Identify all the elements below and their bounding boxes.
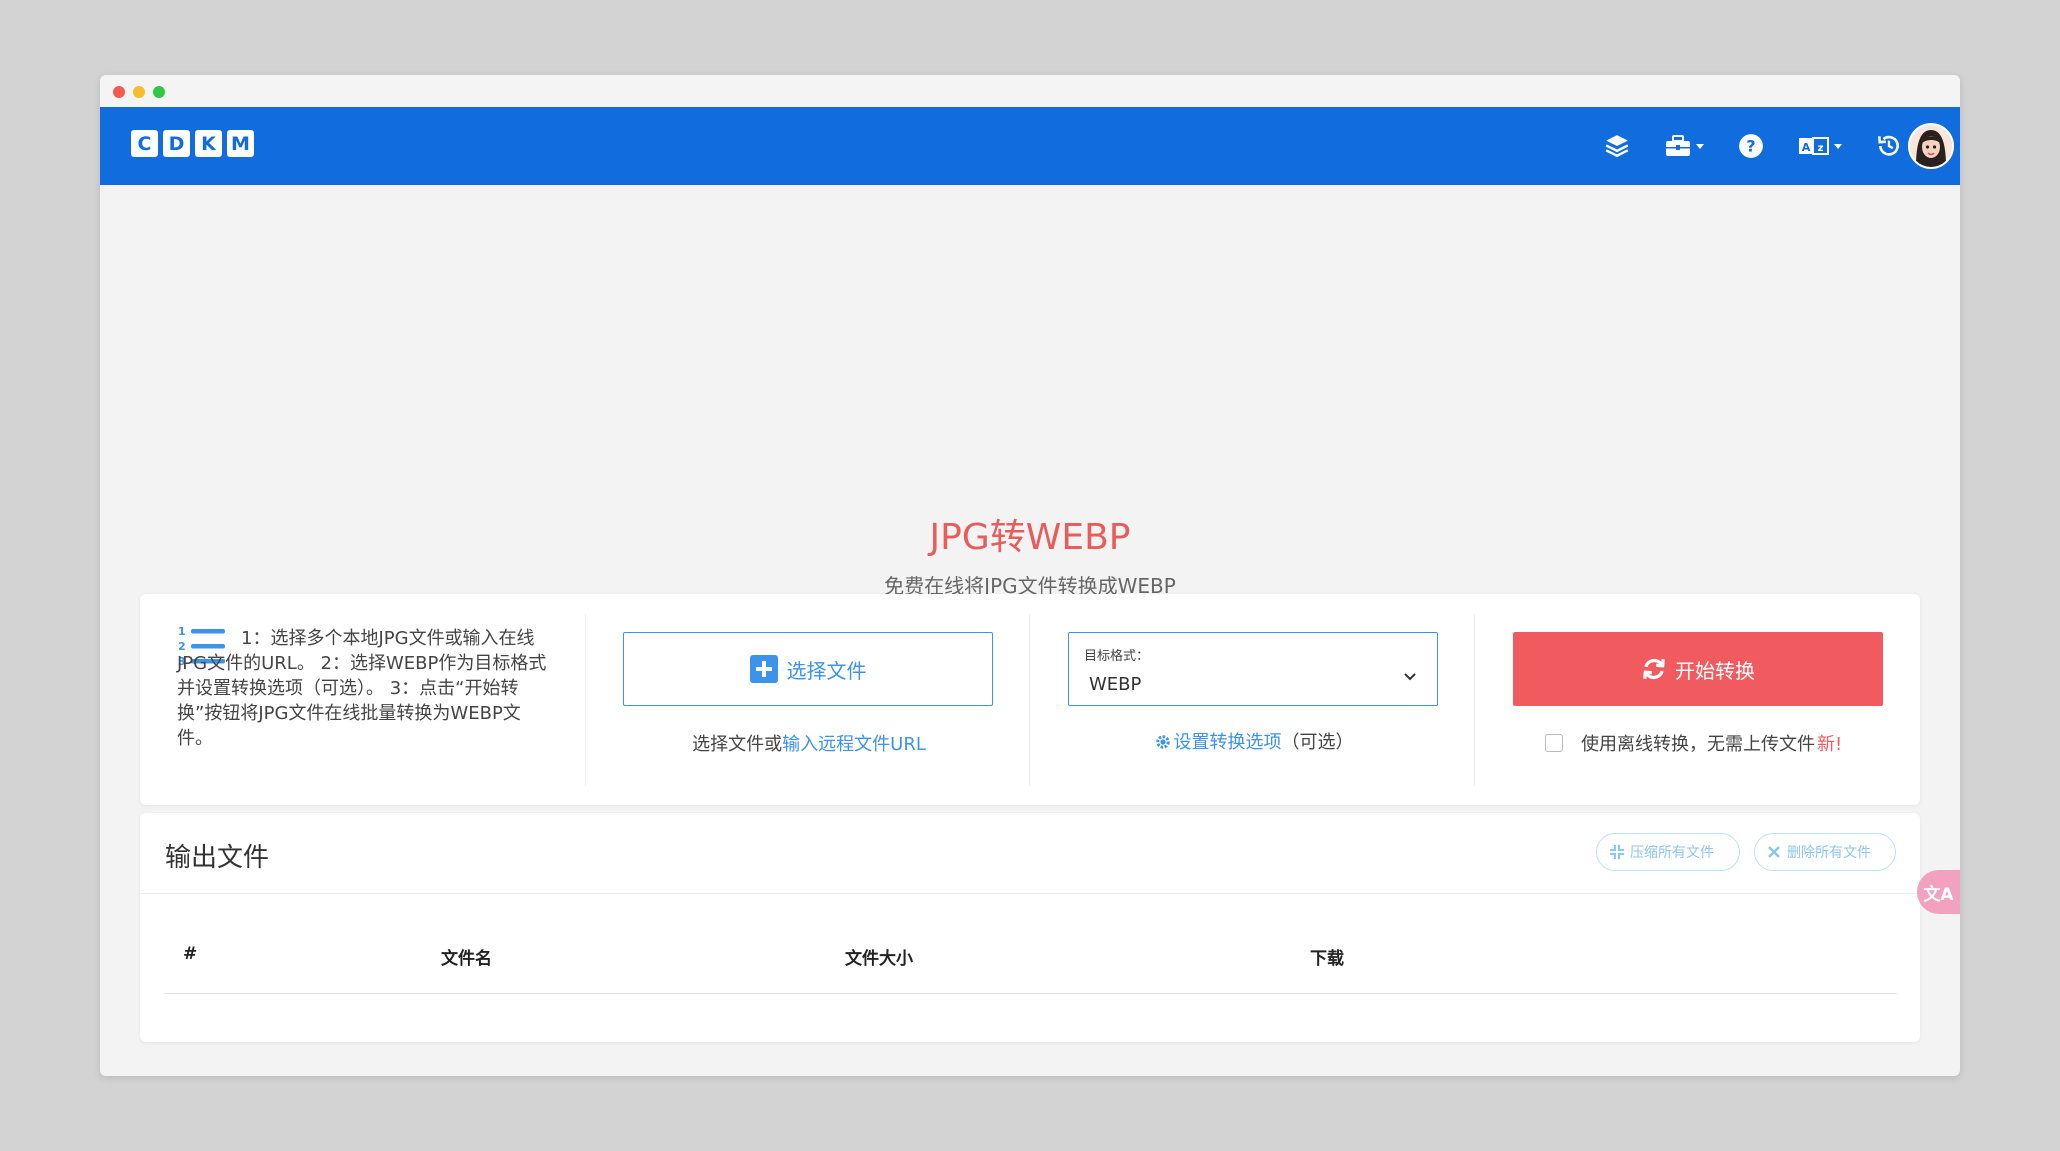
column-divider [585, 614, 586, 786]
minimize-window-dot[interactable] [133, 86, 145, 98]
conversion-options-label: 设置转换选项 [1173, 732, 1282, 753]
conversion-options: 设置转换选项（可选） [1068, 728, 1440, 754]
logo-letter: M [227, 130, 254, 157]
avatar-icon [1910, 125, 1952, 167]
remote-url-link[interactable]: 输入远程文件URL [782, 734, 926, 755]
file-hint: 选择文件或输入远程文件URL [623, 730, 995, 756]
plus-icon [749, 655, 778, 683]
column-divider [1029, 614, 1030, 786]
close-window-dot[interactable] [113, 86, 125, 98]
translate-float-button[interactable]: 文A [1917, 870, 1960, 914]
offline-label: 使用离线转换，无需上传文件 [1581, 734, 1815, 755]
site-logo[interactable]: C D K M [131, 130, 254, 157]
file-hint-prefix: 选择文件或 [692, 734, 783, 755]
format-column: 目标格式： WEBP 设置转换选项（可选） [1068, 614, 1440, 786]
help-icon: ? [1739, 134, 1763, 158]
convert-column: 开始转换 使用离线转换，无需上传文件 新! [1513, 614, 1885, 786]
column-divider [1474, 614, 1475, 786]
conversion-options-link[interactable]: 设置转换选项 [1155, 732, 1282, 753]
logo-letter: D [163, 130, 190, 157]
new-badge: 新! [1817, 734, 1843, 755]
svg-text:?: ? [1746, 136, 1755, 155]
nav-icon-group: ? A z [1570, 119, 1954, 173]
toolbox-dropdown[interactable] [1664, 134, 1704, 158]
layers-icon [1605, 135, 1629, 158]
column-header-filesize: 文件大小 [845, 949, 913, 969]
help-button[interactable]: ? [1738, 133, 1764, 159]
top-navbar: C D K M ? A z [100, 107, 1960, 185]
steps-text: 1：选择多个本地JPG文件或输入在线JPG文件的URL。 2：选择WEBP作为目… [177, 628, 547, 749]
refresh-icon [1643, 658, 1665, 680]
chevron-down-icon [1834, 143, 1842, 149]
output-divider [140, 893, 1920, 894]
options-optional: （可选） [1281, 732, 1354, 753]
history-button[interactable] [1876, 133, 1902, 159]
chevron-down-icon [1404, 673, 1416, 681]
close-icon [1768, 846, 1780, 858]
chevron-down-icon [1696, 143, 1704, 149]
start-convert-button[interactable]: 开始转换 [1513, 632, 1883, 706]
table-divider [164, 993, 1897, 994]
translate-icon: A z [1799, 137, 1829, 155]
output-title: 输出文件 [165, 843, 270, 873]
compress-icon [1610, 845, 1624, 859]
language-dropdown[interactable]: A z [1798, 136, 1842, 156]
logo-letter: K [195, 130, 222, 157]
gear-icon [1155, 735, 1170, 749]
column-header-index: # [183, 944, 198, 964]
target-format-select[interactable]: 目标格式： WEBP [1068, 632, 1438, 706]
svg-text:z: z [1818, 143, 1824, 154]
window-titlebar [100, 75, 1960, 107]
offline-option: 使用离线转换，无需上传文件 新! [1545, 730, 1842, 756]
compress-all-label: 压缩所有文件 [1630, 845, 1714, 861]
svg-text:A: A [1802, 141, 1811, 154]
conversion-panel: 1 2 3 1：选择多个本地JPG文件或输入在线JPG文件的URL。 2：选择W… [140, 594, 1920, 805]
steps-instructions: 1 2 3 1：选择多个本地JPG文件或输入在线JPG文件的URL。 2：选择W… [177, 614, 572, 786]
translate-float-label: 文A [1923, 884, 1954, 905]
delete-all-label: 删除所有文件 [1787, 845, 1871, 861]
history-icon [1877, 135, 1899, 156]
delete-all-button[interactable]: 删除所有文件 [1754, 833, 1896, 871]
user-avatar[interactable] [1908, 123, 1954, 169]
select-file-label: 选择文件 [786, 658, 867, 683]
column-header-download: 下载 [1310, 949, 1344, 969]
target-format-value: WEBP [1089, 674, 1142, 695]
select-file-button[interactable]: 选择文件 [623, 632, 993, 706]
compress-all-button[interactable]: 压缩所有文件 [1596, 833, 1740, 871]
layers-button[interactable] [1604, 133, 1630, 159]
target-format-label: 目标格式： [1084, 649, 1150, 664]
start-convert-label: 开始转换 [1675, 658, 1755, 683]
page-title: JPG转WEBP [929, 517, 1131, 558]
offline-checkbox[interactable] [1545, 734, 1563, 752]
output-files-panel: 输出文件 压缩所有文件 删除所有文件 # 文件名 文件大小 下载 [140, 813, 1920, 1042]
toolbox-icon [1666, 135, 1690, 156]
file-select-column: 选择文件 选择文件或输入远程文件URL [623, 614, 995, 786]
column-header-filename: 文件名 [441, 949, 492, 969]
logo-letter: C [131, 130, 158, 157]
maximize-window-dot[interactable] [153, 86, 165, 98]
browser-window: C D K M ? A z JPG转WEBP 免费在线将JPG文件转换成WEBP… [100, 75, 1960, 1076]
